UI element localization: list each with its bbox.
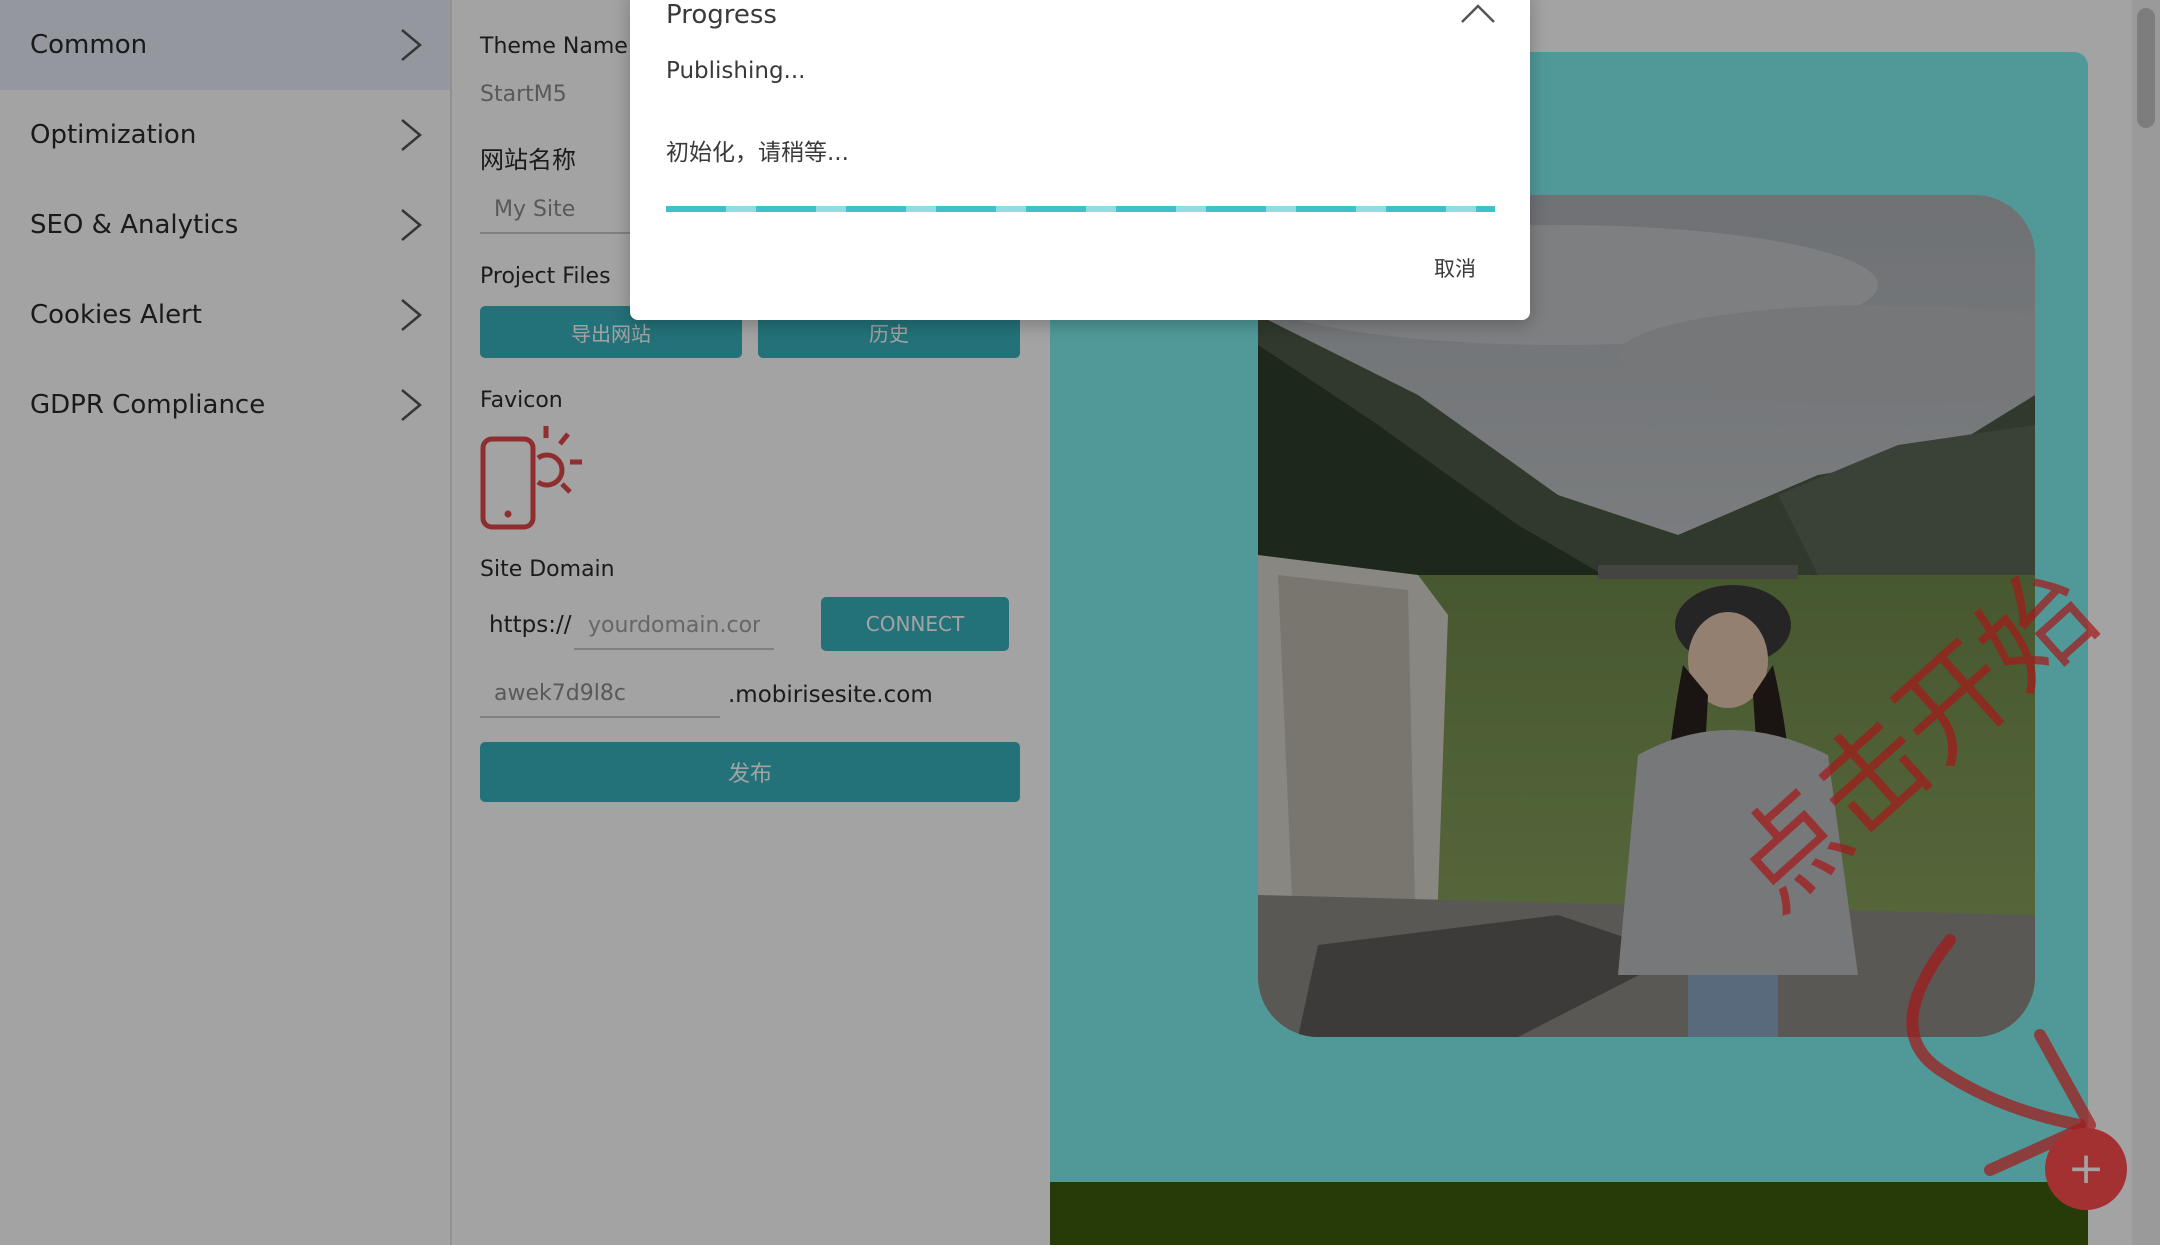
progress-bar-fill — [666, 206, 1495, 212]
dialog-message: Publishing... — [666, 58, 806, 84]
close-icon[interactable] — [1458, 0, 1498, 28]
progress-dialog: Progress Publishing... 初始化，请稍等... 取消 — [630, 0, 1530, 320]
cancel-button[interactable]: 取消 — [1434, 253, 1476, 283]
dialog-title: Progress — [666, 0, 777, 30]
dialog-status: 初始化，请稍等... — [666, 140, 849, 166]
publish-progress-bar — [666, 206, 1495, 212]
